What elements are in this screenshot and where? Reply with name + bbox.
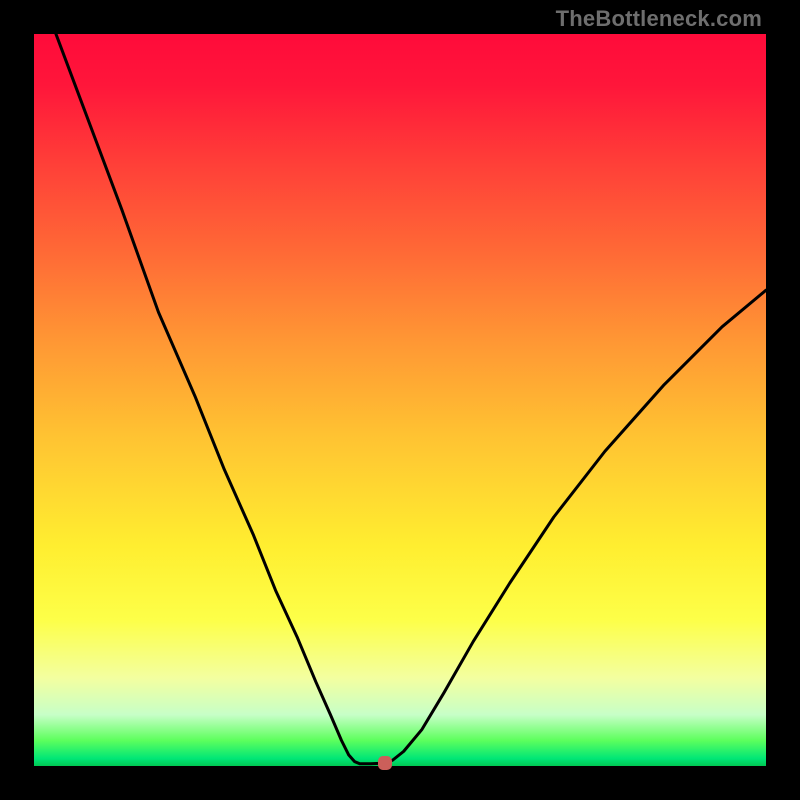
optimal-point-marker: [378, 756, 392, 770]
bottleneck-curve: [34, 0, 766, 764]
chart-frame: TheBottleneck.com: [0, 0, 800, 800]
plot-area: [34, 34, 766, 766]
curve-svg: [34, 34, 766, 766]
watermark-text: TheBottleneck.com: [556, 6, 762, 32]
